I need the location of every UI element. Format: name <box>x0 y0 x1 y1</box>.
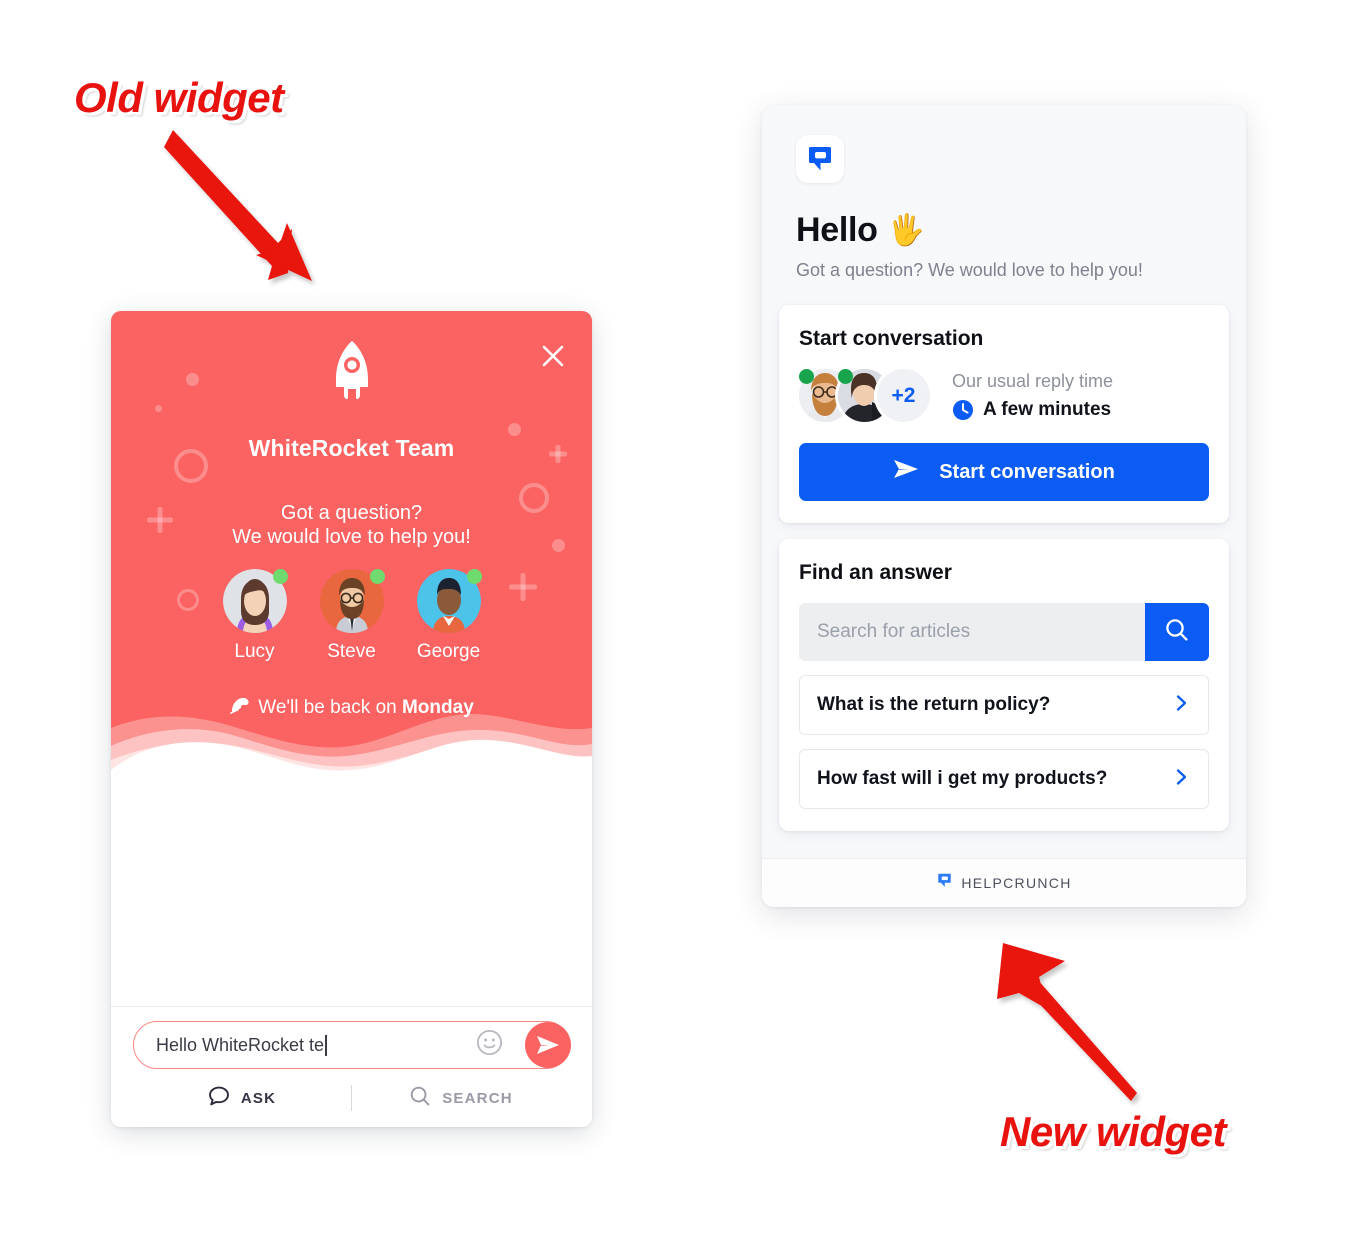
rocket-icon <box>111 339 592 416</box>
annotation-arrow-new <box>997 943 1137 1101</box>
helpcrunch-logo-icon <box>936 872 953 894</box>
chat-bubble-icon <box>208 1085 230 1111</box>
old-chat-widget: WhiteRocket Team Got a question? We woul… <box>111 311 592 1127</box>
text-caret <box>325 1034 327 1056</box>
extra-agents-count[interactable]: +2 <box>877 369 930 422</box>
away-text: We'll be back on Monday <box>258 697 474 719</box>
annotation-old-widget-label: Old widget <box>74 74 284 121</box>
article-item[interactable]: What is the return policy? <box>799 675 1209 735</box>
start-conversation-title: Start conversation <box>799 327 984 350</box>
reply-time-label: Our usual reply time <box>952 370 1114 391</box>
find-answer-title: Find an answer <box>799 561 952 584</box>
online-status-indicator <box>838 369 853 384</box>
article-question: How fast will i get my products? <box>817 768 1108 789</box>
send-paper-plane-icon[interactable] <box>525 1022 571 1068</box>
tab-search-label: SEARCH <box>442 1089 513 1107</box>
agent-item[interactable]: Lucy <box>222 569 288 663</box>
article-item[interactable]: How fast will i get my products? <box>799 749 1209 809</box>
new-widget-header: Hello 🖐 Got a question? We would love to… <box>762 105 1246 305</box>
page-title: Hello <box>796 211 878 249</box>
search-submit-button[interactable] <box>1145 603 1209 661</box>
new-chat-widget: Hello 🖐 Got a question? We would love to… <box>762 105 1246 907</box>
emoji-smiley-icon[interactable] <box>476 1029 503 1061</box>
chevron-right-icon <box>1171 767 1191 792</box>
magnifier-icon <box>1164 617 1190 648</box>
new-widget-title-row: Hello 🖐 <box>796 211 1212 250</box>
chevron-right-icon <box>1171 693 1191 718</box>
new-widget-greeting: Got a question? We would love to help yo… <box>796 260 1143 280</box>
reply-time-value-row: A few minutes <box>952 399 1113 421</box>
away-prefix: We'll be back on <box>258 696 402 718</box>
online-status-indicator <box>369 569 385 584</box>
agent-name: Steve <box>327 641 376 662</box>
message-input-box[interactable]: Hello WhiteRocket te <box>133 1021 571 1069</box>
old-widget-message-area <box>111 786 592 1006</box>
tab-ask-label: ASK <box>240 1089 277 1107</box>
old-widget-away-notice: We'll be back on Monday <box>111 695 592 720</box>
old-widget-tabbar: ASK SEARCH <box>133 1069 570 1127</box>
start-conversation-button[interactable]: Start conversation <box>799 443 1209 501</box>
send-paper-plane-icon <box>893 458 919 486</box>
old-widget-team-name: WhiteRocket Team <box>248 435 455 461</box>
reply-time-text: Our usual reply time A few minutes <box>952 371 1113 421</box>
magnifier-icon <box>409 1085 431 1111</box>
annotation-arrow-old <box>164 130 312 281</box>
helpcrunch-logo-icon <box>796 135 844 183</box>
old-widget-header: WhiteRocket Team Got a question? We woul… <box>111 311 592 786</box>
old-widget-greeting-line1: Got a question? <box>280 502 423 524</box>
away-day: Monday <box>401 696 474 718</box>
old-widget-agent-list: Lucy Steve George <box>111 569 592 663</box>
message-input-value: Hello WhiteRocket te <box>156 1034 325 1055</box>
agent-item[interactable]: George <box>416 569 482 663</box>
agent-name: Lucy <box>234 641 275 662</box>
clock-icon <box>952 399 974 421</box>
new-widget-scroll-area: Hello 🖐 Got a question? We would love to… <box>762 105 1246 858</box>
online-status-indicator <box>799 369 814 384</box>
reply-time-row: +2 Our usual reply time A few minutes <box>799 369 1209 422</box>
article-search <box>799 603 1209 661</box>
tab-ask[interactable]: ASK <box>133 1085 351 1111</box>
find-answer-card: Find an answer What is the return poli <box>779 539 1229 831</box>
start-conversation-button-label: Start conversation <box>939 460 1115 483</box>
start-conversation-card: Start conversation +2 Our usual reply ti… <box>779 305 1229 523</box>
article-question: What is the return policy? <box>817 694 1051 715</box>
tab-search[interactable]: SEARCH <box>352 1085 570 1111</box>
screenshot-canvas: Old widget New widget WhiteRocket Team G… <box>0 0 1358 1249</box>
online-status-indicator <box>466 569 482 584</box>
old-widget-greeting: Got a question? We would love to help yo… <box>111 501 592 549</box>
raised-hand-emoji: 🖐 <box>887 214 925 247</box>
new-widget-footer[interactable]: HELPCRUNCH <box>762 858 1246 907</box>
old-widget-composer: Hello WhiteRocket te ASK SEARCH <box>111 1006 592 1127</box>
agent-name: George <box>416 641 481 662</box>
close-icon[interactable] <box>538 341 568 371</box>
reply-time-value: A few minutes <box>983 398 1112 420</box>
footer-brand-label: HELPCRUNCH <box>961 875 1072 891</box>
agent-item[interactable]: Steve <box>319 569 385 663</box>
search-input[interactable] <box>799 603 1145 661</box>
annotation-new-widget-label: New widget <box>1000 1108 1227 1155</box>
online-status-indicator <box>272 569 288 584</box>
old-widget-greeting-line2: We would love to help you! <box>232 526 471 548</box>
sleep-icon <box>229 695 250 720</box>
agent-avatar-stack[interactable]: +2 <box>799 369 930 422</box>
